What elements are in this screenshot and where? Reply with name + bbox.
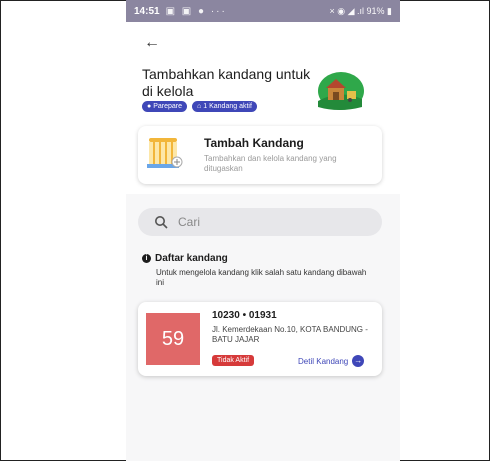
search-icon <box>155 216 168 229</box>
location-chip: ● Parepare <box>142 101 188 112</box>
kandang-number: 59 <box>146 313 200 365</box>
cage-icon <box>147 138 183 168</box>
detail-kandang-label: Detil Kandang <box>298 356 349 366</box>
arrow-right-icon: → <box>352 355 365 367</box>
add-kandang-title: Tambah Kandang <box>204 136 304 150</box>
notification-icons: ▣ ▣ ● ··· <box>165 5 227 17</box>
status-bar: 14:51 ▣ ▣ ● ··· × ◉ ◢ .ıl 91% ▮ <box>126 0 400 22</box>
add-kandang-description: Tambahkan dan kelola kandang yang dituga… <box>204 154 337 173</box>
info-chips: ● Parepare ⌂ 1 Kandang aktif <box>142 101 257 112</box>
active-kandang-chip: ⌂ 1 Kandang aktif <box>192 101 257 112</box>
status-time: 14:51 <box>134 5 160 17</box>
kandang-card[interactable]: 59 10230 • 01931 Jl. Kemerdekaan No.10, … <box>138 302 382 376</box>
section-description: Untuk mengelola kandang klik salah satu … <box>156 268 367 287</box>
add-kandang-card[interactable]: Tambah Kandang Tambahkan dan kelola kand… <box>138 126 382 184</box>
detail-kandang-link[interactable]: Detil Kandang → <box>298 355 365 367</box>
kandang-code: 10230 • 01931 <box>212 310 277 321</box>
info-icon: i <box>142 254 151 263</box>
phone-screen: 14:51 ▣ ▣ ● ··· × ◉ ◢ .ıl 91% ▮ ← Tambah… <box>126 0 400 461</box>
kandang-address: Jl. Kemerdekaan No.10, KOTA BANDUNG - BA… <box>212 325 368 344</box>
section-heading: i Daftar kandang <box>142 253 228 264</box>
home-icon: ⌂ <box>197 103 202 110</box>
back-arrow-icon[interactable]: ← <box>144 34 162 52</box>
location-chip-label: Parepare <box>153 103 183 110</box>
system-status: × ◉ ◢ .ıl 91% ▮ <box>329 5 393 16</box>
header-section: ← Tambahkan kandang untuk di kelola ● Pa… <box>126 22 400 194</box>
location-pin-icon: ● <box>147 103 152 110</box>
page-title: Tambahkan kandang untuk di kelola <box>142 66 311 99</box>
status-badge: Tidak Aktif <box>212 355 255 366</box>
search-bar[interactable] <box>138 208 382 236</box>
active-kandang-label: 1 Kandang aktif <box>203 103 252 110</box>
section-title: Daftar kandang <box>155 253 228 264</box>
search-input[interactable] <box>178 215 358 229</box>
barn-illustration-icon <box>318 72 364 110</box>
